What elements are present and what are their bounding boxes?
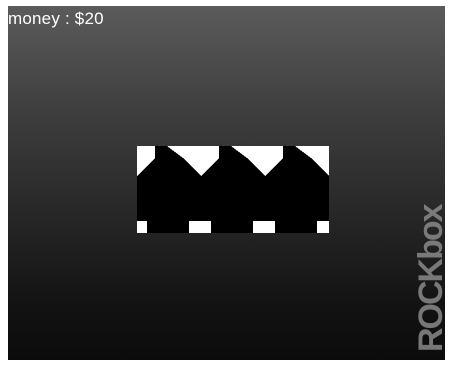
svg-text:ROCKbox: ROCKbox: [412, 203, 445, 352]
cherry-icon: [265, 146, 329, 233]
game-screen: money : $20 ROCKbox: [8, 6, 445, 360]
slot-reels: [137, 146, 329, 233]
money-display: money : $20: [8, 9, 104, 28]
reel-1: [137, 146, 201, 233]
cherry-icon: [201, 146, 265, 233]
reel-2: [201, 146, 265, 233]
cherry-icon: [137, 146, 201, 233]
rockbox-logo: ROCKbox: [412, 194, 445, 354]
reel-3: [265, 146, 329, 233]
